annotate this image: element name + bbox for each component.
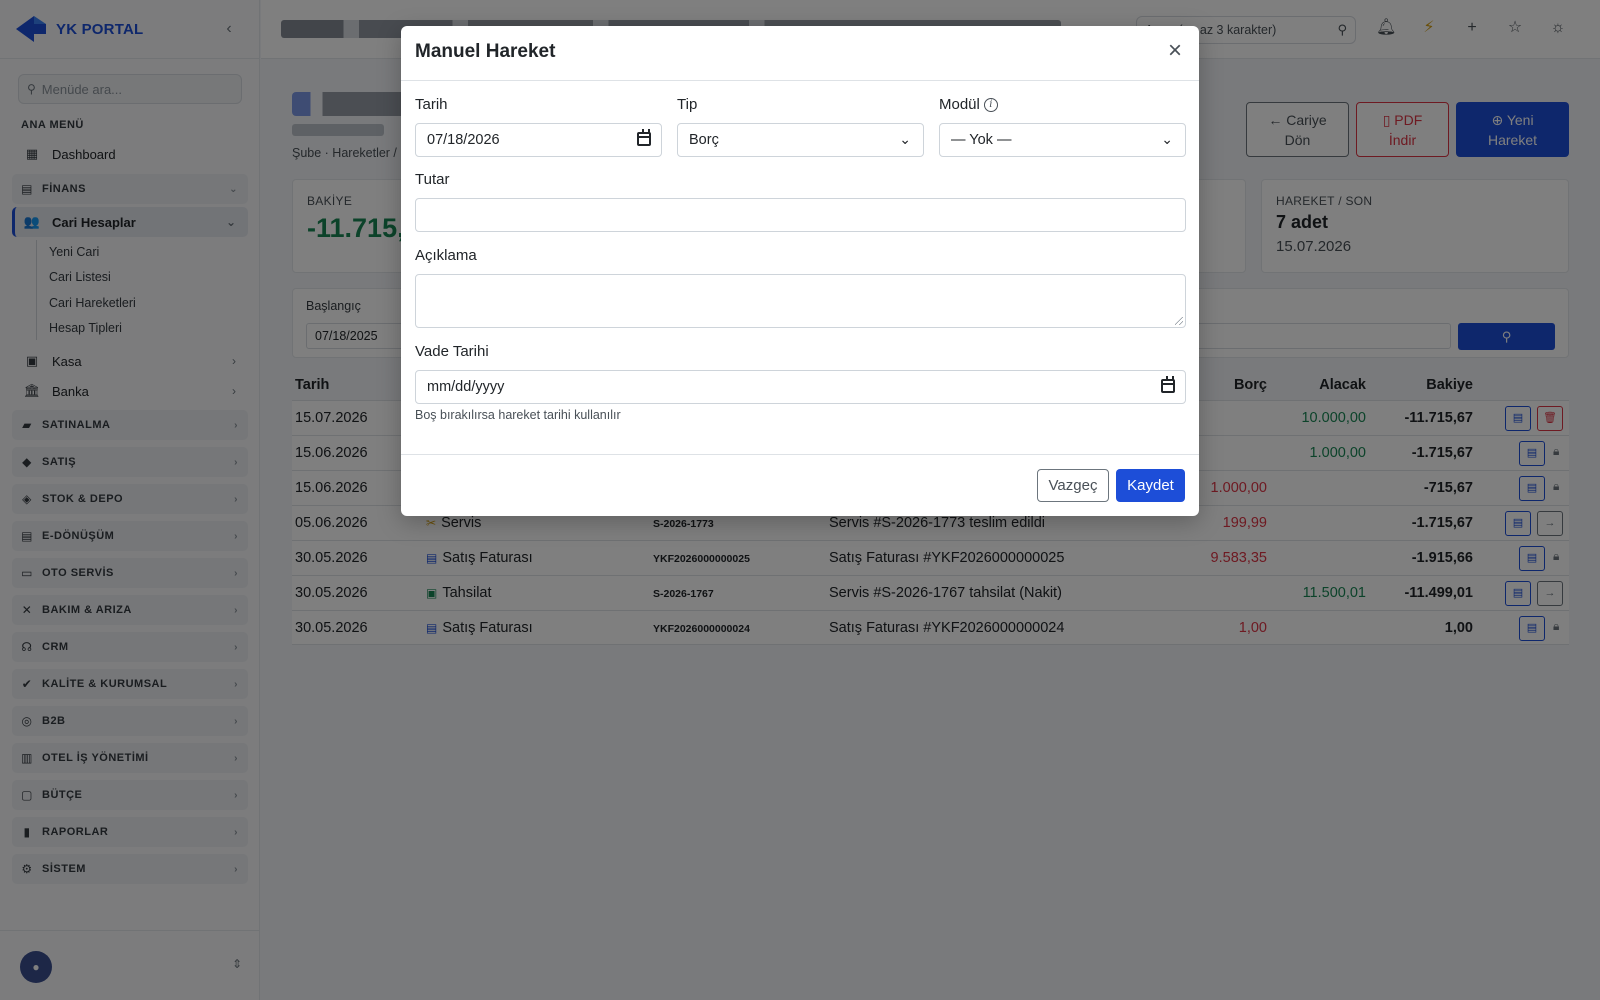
vade-help-text: Boş bırakılırsa hareket tarihi kullanılı… xyxy=(415,408,621,422)
tarih-date-input[interactable]: 07/18/2026 xyxy=(415,123,662,157)
vade-date-input[interactable]: mm/dd/yyyy xyxy=(415,370,1186,404)
tip-select[interactable]: Borç ⌄ xyxy=(677,123,924,157)
modal-footer: Vazgeç Kaydet xyxy=(401,454,1199,516)
tip-value: Borç xyxy=(689,132,719,148)
close-icon[interactable]: × xyxy=(1163,39,1187,64)
chevron-down-icon: ⌄ xyxy=(899,131,911,147)
aciklama-textarea[interactable] xyxy=(415,274,1186,328)
modul-label-text: Modül xyxy=(939,96,980,113)
manual-movement-modal: Manuel Hareket × Tarih 07/18/2026 Tip Bo… xyxy=(401,26,1199,516)
chevron-down-icon: ⌄ xyxy=(1161,131,1173,147)
cancel-button[interactable]: Vazgeç xyxy=(1037,469,1109,502)
calendar-icon[interactable] xyxy=(1161,376,1175,393)
vade-label: Vade Tarihi xyxy=(415,343,489,360)
modal-title: Manuel Hareket xyxy=(415,41,556,62)
resize-handle-icon[interactable] xyxy=(1175,317,1183,325)
calendar-icon[interactable] xyxy=(637,129,651,146)
vade-placeholder: mm/dd/yyyy xyxy=(427,379,505,395)
tutar-input[interactable] xyxy=(415,198,1186,232)
modul-select[interactable]: — Yok — ⌄ xyxy=(939,123,1186,157)
aciklama-label: Açıklama xyxy=(415,247,477,264)
modul-label: Modül i xyxy=(939,96,998,113)
tarih-label: Tarih xyxy=(415,96,448,113)
info-icon[interactable]: i xyxy=(983,97,998,112)
modul-value: — Yok — xyxy=(951,132,1012,148)
tip-label: Tip xyxy=(677,96,698,113)
save-button[interactable]: Kaydet xyxy=(1116,469,1185,502)
modal-header: Manuel Hareket × xyxy=(401,26,1199,81)
tarih-value: 07/18/2026 xyxy=(427,132,500,148)
tutar-label: Tutar xyxy=(415,171,450,188)
